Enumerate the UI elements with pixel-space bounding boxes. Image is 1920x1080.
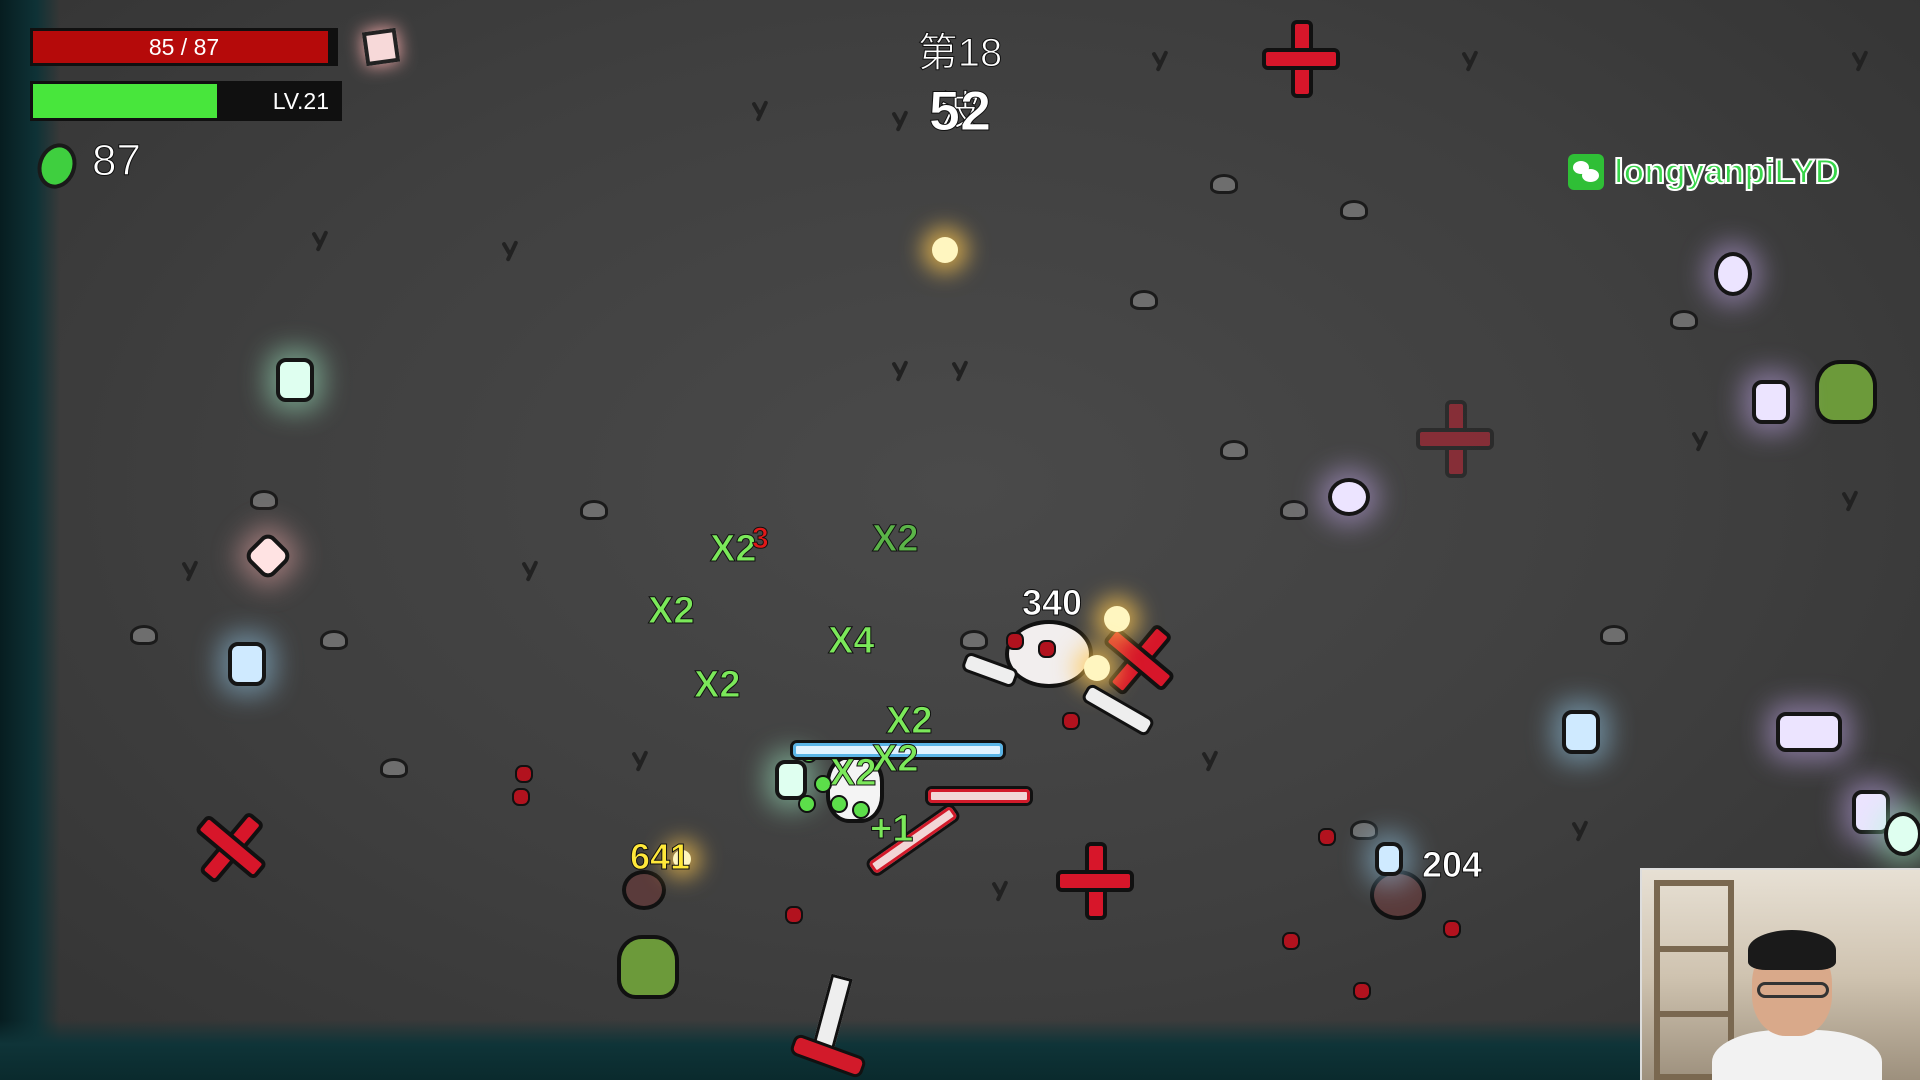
- blood-splat: [1353, 982, 1371, 1000]
- multiplier-text: X2: [693, 664, 741, 707]
- ground-rock: [320, 630, 348, 650]
- glowing-projectile: [932, 237, 958, 263]
- ground-rock: [1130, 290, 1158, 310]
- streamer-webcam: [1640, 868, 1920, 1080]
- purple-crystal-drop: [1714, 252, 1752, 296]
- blue-crate-drop: [1562, 710, 1600, 754]
- ground-weed: [1575, 820, 1589, 842]
- ground-rock: [1210, 174, 1238, 194]
- glowing-projectile: [1084, 655, 1110, 681]
- ground-weed: [895, 360, 909, 382]
- ground-weed: [1155, 50, 1169, 72]
- streamer-hair: [1748, 930, 1836, 970]
- ground-weed: [995, 880, 1009, 902]
- blood-splat: [1282, 932, 1300, 950]
- blood-splat: [1038, 640, 1056, 658]
- blood-splat: [512, 788, 530, 806]
- ground-weed: [635, 750, 649, 772]
- heal-particle: [798, 795, 816, 813]
- streamer-body: [1712, 1030, 1882, 1080]
- damage-number: 204: [1421, 844, 1483, 886]
- blue-crystal-drop: [228, 642, 266, 686]
- enemy-spawn-cross: [1262, 20, 1340, 98]
- ground-weed: [1205, 750, 1219, 772]
- ground-rock: [1350, 820, 1378, 840]
- wave-timer: 52: [928, 79, 992, 143]
- streamer-glasses: [1757, 982, 1829, 998]
- ground-weed: [525, 560, 539, 582]
- damage-number: 340: [1021, 582, 1083, 624]
- ground-weed: [1845, 490, 1859, 512]
- green-crate-drop: [276, 358, 314, 402]
- ground-weed: [1695, 430, 1709, 452]
- enemy-spawn-cross: [1416, 400, 1494, 478]
- ground-rock: [1280, 500, 1308, 520]
- ground-rock: [380, 758, 408, 778]
- purple-crate-drop: [1776, 712, 1842, 752]
- material-count: 87: [92, 136, 142, 186]
- blood-splat: [1062, 712, 1080, 730]
- ground-rock: [580, 500, 608, 520]
- experience-bar: LV.21: [30, 81, 342, 121]
- health-bar: 85 / 87: [30, 28, 338, 66]
- ground-weed: [505, 240, 519, 262]
- ground-weed: [185, 560, 199, 582]
- ground-weed: [755, 100, 769, 122]
- blood-splat: [1443, 920, 1461, 938]
- blood-splat: [515, 765, 533, 783]
- enemy-spawn-cross: [176, 792, 286, 902]
- health-text: 85 / 87: [148, 34, 220, 60]
- multiplier-text: X2: [885, 700, 933, 743]
- game-viewport[interactable]: 85 / 87 LV.21 87 第18波 52 longyanpiLYD X2…: [0, 0, 1920, 1080]
- purple-crate-drop: [1752, 380, 1790, 424]
- glowing-projectile: [1104, 606, 1130, 632]
- blood-splat: [1318, 828, 1336, 846]
- blood-splat: [1006, 632, 1024, 650]
- ground-rock: [250, 490, 278, 510]
- wechat-icon: [1568, 154, 1604, 190]
- spear-weapon: [925, 786, 1033, 806]
- damage-number: 641: [629, 836, 691, 878]
- green-alien-enemy: [1815, 360, 1877, 424]
- pink-crate-icon: [361, 27, 401, 67]
- heal-text: +1: [869, 808, 914, 851]
- watermark-handle: longyanpiLYD: [1613, 152, 1840, 192]
- heal-particle: [830, 795, 848, 813]
- level-text: LV.21: [272, 88, 329, 114]
- pink-crystal-drop: [242, 530, 294, 582]
- ground-weed: [315, 230, 329, 252]
- blue-crystal-drop: [1375, 842, 1403, 876]
- streamer-watermark: longyanpiLYD: [1568, 152, 1840, 192]
- multiplier-text: X2: [829, 752, 877, 795]
- ground-weed: [1465, 50, 1479, 72]
- ground-rock: [1600, 625, 1628, 645]
- ground-rock: [1670, 310, 1698, 330]
- ground-rock: [1220, 440, 1248, 460]
- green-material-drop: [1884, 812, 1920, 856]
- enemy-spawn-cross: [1056, 842, 1134, 920]
- ground-rock: [960, 630, 988, 650]
- multiplier-text: X4: [827, 620, 875, 663]
- ground-weed: [1855, 50, 1869, 72]
- experience-bar-fill: [33, 84, 217, 118]
- purple-crystal-drop: [1328, 478, 1370, 516]
- heal-particle: [852, 801, 870, 819]
- green-alien-enemy: [617, 935, 679, 999]
- ground-weed: [955, 360, 969, 382]
- blood-splat: [785, 906, 803, 924]
- ground-rock: [130, 625, 158, 645]
- damage-number: 3: [752, 522, 770, 556]
- multiplier-text: X2: [709, 528, 757, 571]
- multiplier-text: X2: [871, 738, 919, 781]
- dark-spiky-enemy: [1370, 870, 1426, 920]
- multiplier-text: X2: [647, 590, 695, 633]
- bottom-boundary: [0, 1020, 1920, 1080]
- pickaxe-weapon: [788, 973, 868, 1080]
- multiplier-text: X2: [871, 518, 919, 561]
- ground-rock: [1340, 200, 1368, 220]
